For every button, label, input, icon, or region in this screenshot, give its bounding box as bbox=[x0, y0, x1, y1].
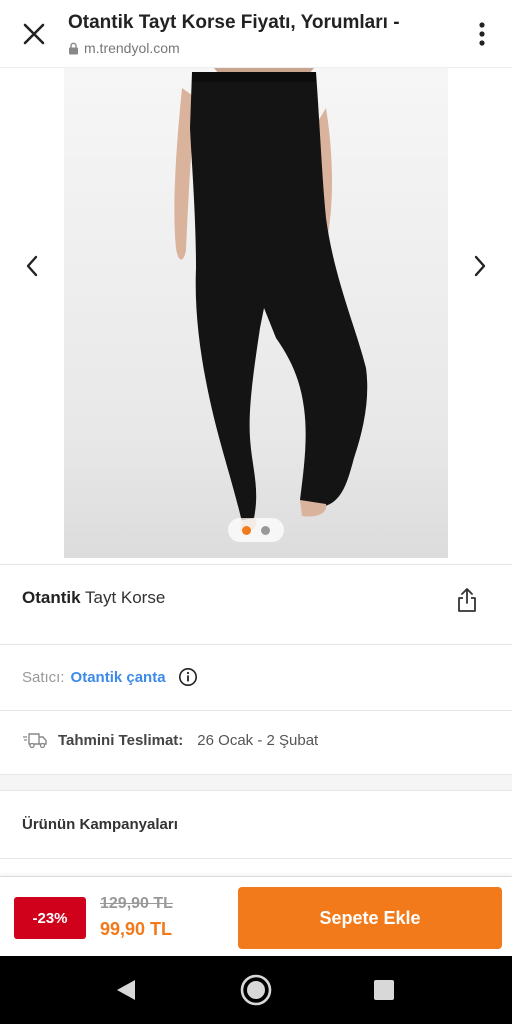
more-vertical-icon bbox=[479, 22, 485, 46]
system-navigation-bar bbox=[0, 956, 512, 1024]
browser-toolbar: Otantik Tayt Korse Fiyatı, Yorumları - m… bbox=[0, 0, 512, 68]
current-price: 99,90 TL bbox=[100, 919, 173, 939]
next-section-edge bbox=[0, 858, 512, 878]
lock-icon bbox=[69, 42, 78, 54]
page-title: Otantik Tayt Korse Fiyatı, Yorumları - bbox=[68, 12, 400, 33]
leggings-illustration bbox=[174, 68, 368, 532]
pagination-dot-2[interactable] bbox=[261, 525, 270, 535]
url-row[interactable]: m.trendyol.com bbox=[68, 40, 180, 56]
section-divider bbox=[0, 774, 512, 790]
seller-section: Satıcı: Otantik çanta bbox=[0, 644, 512, 710]
chevron-right-icon bbox=[474, 255, 486, 277]
product-image[interactable] bbox=[64, 68, 448, 558]
close-icon bbox=[23, 23, 45, 45]
more-options-button[interactable] bbox=[472, 18, 492, 50]
discount-badge: -23% bbox=[14, 897, 86, 939]
product-name-section: Otantik Tayt Korse bbox=[0, 564, 512, 644]
add-to-cart-button[interactable]: Sepete Ekle bbox=[238, 887, 502, 949]
share-button[interactable] bbox=[452, 585, 482, 615]
url-text: m.trendyol.com bbox=[84, 40, 180, 56]
nav-recents-icon bbox=[374, 980, 394, 1000]
product-brand[interactable]: Otantik bbox=[22, 588, 81, 607]
pagination-dot-1[interactable] bbox=[242, 525, 251, 535]
delivery-label: Tahmini Teslimat: bbox=[58, 731, 184, 749]
product-gallery[interactable] bbox=[0, 68, 512, 560]
nav-recents-button[interactable] bbox=[364, 970, 404, 1010]
nav-back-button[interactable] bbox=[106, 970, 146, 1010]
campaigns-section[interactable]: Ürünün Kampanyaları bbox=[0, 790, 512, 858]
close-button[interactable] bbox=[18, 18, 50, 50]
truck-icon bbox=[23, 733, 47, 749]
delivery-section: Tahmini Teslimat: 26 Ocak - 2 Şubat bbox=[0, 710, 512, 774]
nav-back-icon bbox=[117, 980, 135, 1000]
product-name: Tayt Korse bbox=[84, 588, 166, 607]
gallery-pagination bbox=[228, 518, 284, 542]
share-icon bbox=[458, 588, 476, 612]
product-title: Otantik Tayt Korse bbox=[22, 588, 165, 608]
purchase-bar: -23% 129,90 TL 99,90 TL Sepete Ekle bbox=[0, 876, 512, 956]
seller-label: Satıcı: bbox=[22, 668, 65, 686]
previous-image-button[interactable] bbox=[14, 248, 50, 284]
chevron-left-icon bbox=[26, 255, 38, 277]
nav-home-button[interactable] bbox=[236, 970, 276, 1010]
campaigns-heading: Ürünün Kampanyaları bbox=[22, 816, 178, 833]
next-image-button[interactable] bbox=[462, 248, 498, 284]
seller-name-link[interactable]: Otantik çanta bbox=[71, 669, 166, 686]
delivery-dates: 26 Ocak - 2 Şubat bbox=[197, 731, 319, 749]
nav-home-icon bbox=[240, 974, 272, 1006]
info-icon[interactable] bbox=[178, 667, 198, 687]
old-price: 129,90 TL bbox=[100, 895, 173, 912]
